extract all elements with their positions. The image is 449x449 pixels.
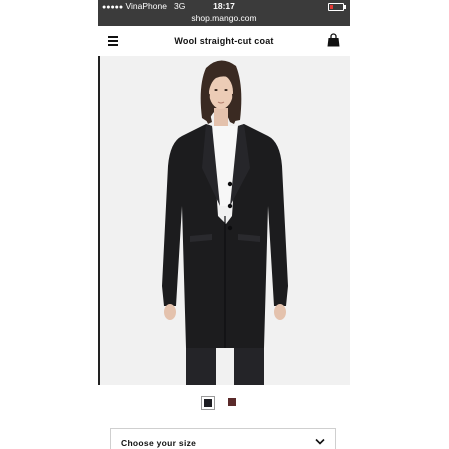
- page-header: Wool straight-cut coat: [98, 26, 350, 56]
- color-swatch-burgundy[interactable]: [226, 396, 240, 410]
- swatch-color: [228, 398, 236, 406]
- status-bar: ●●●●● VinaPhone 3G 18:17 shop.mango.com: [98, 0, 350, 26]
- clock: 18:17: [213, 1, 235, 11]
- size-selector-label: Choose your size: [121, 438, 197, 448]
- battery-icon: [328, 3, 346, 11]
- color-swatch-black[interactable]: [201, 396, 215, 410]
- size-selector[interactable]: Choose your size: [110, 428, 336, 449]
- swatch-color: [204, 399, 212, 407]
- shopping-bag-icon[interactable]: [327, 33, 340, 47]
- address-bar-url[interactable]: shop.mango.com: [98, 12, 350, 24]
- phone-screen: ●●●●● VinaPhone 3G 18:17 shop.mango.com …: [98, 0, 350, 449]
- product-image[interactable]: [98, 56, 350, 385]
- color-swatches: [98, 396, 350, 412]
- model-wearing-coat-icon: [162, 60, 288, 385]
- image-left-edge: [98, 56, 100, 385]
- page-title: Wool straight-cut coat: [174, 36, 274, 46]
- chevron-down-icon: [315, 438, 325, 445]
